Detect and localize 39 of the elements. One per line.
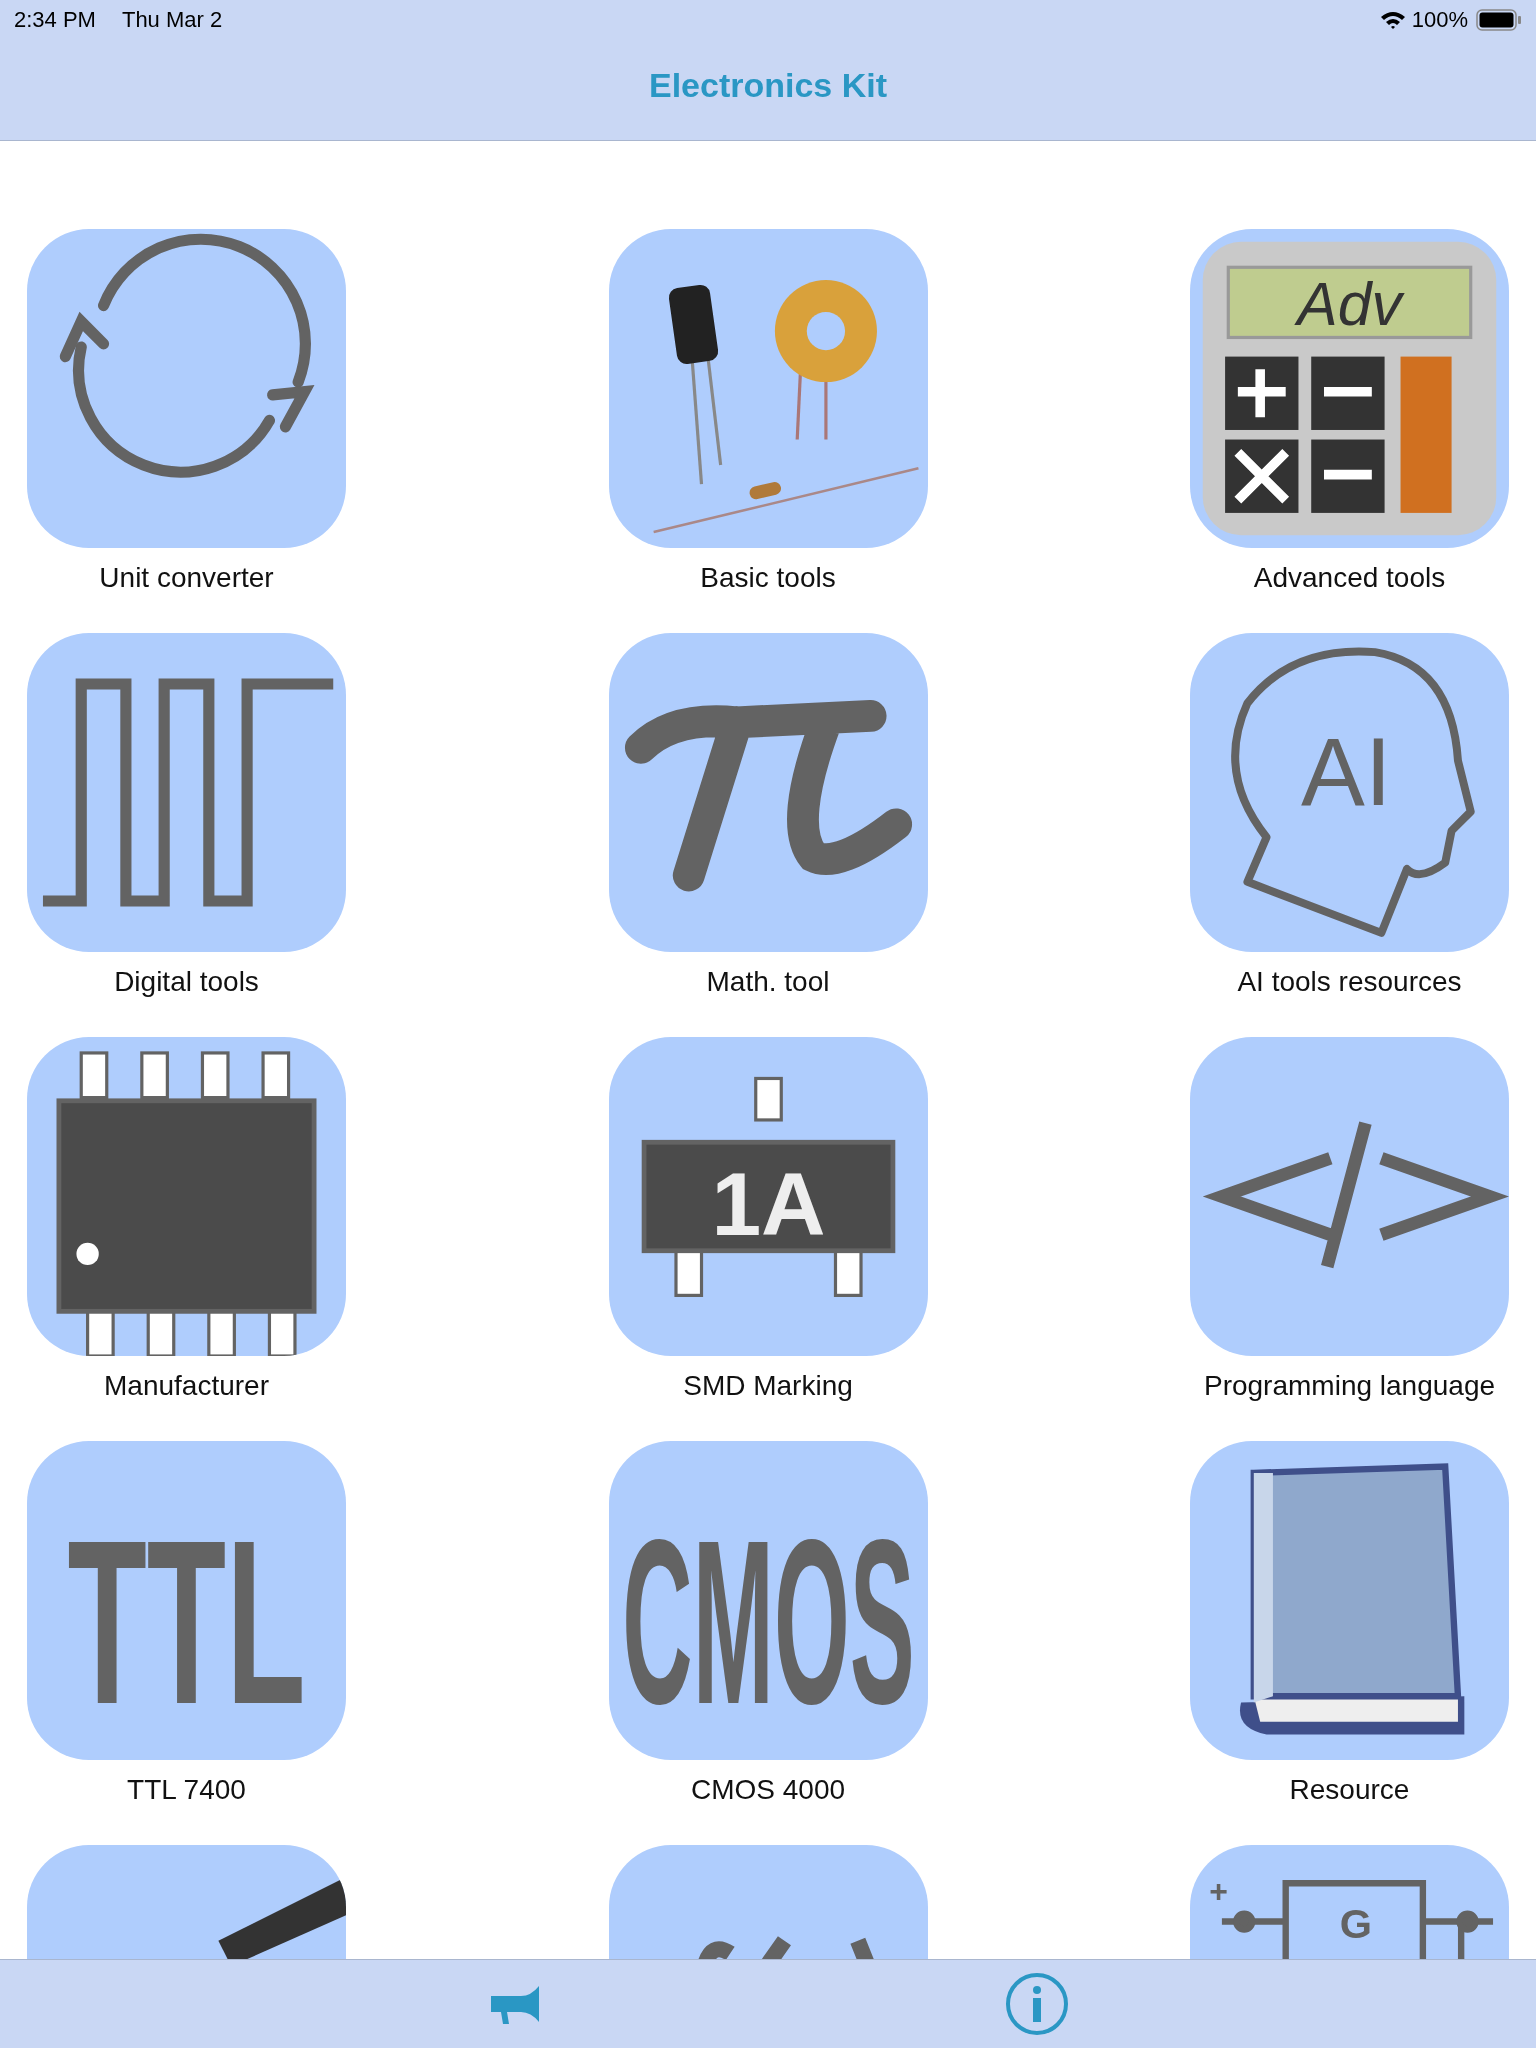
tile-label: Basic tools — [700, 562, 836, 594]
tool-tile[interactable]: 1A — [608, 1037, 928, 1356]
status-time: 2:34 PM — [14, 7, 96, 33]
tile-label: Resource — [1289, 1774, 1410, 1806]
tool-tile[interactable] — [27, 229, 346, 548]
tile-label: Math. tool — [706, 966, 830, 998]
chip-icon — [56, 1051, 317, 1356]
tile-label: AI tools resources — [1237, 966, 1462, 998]
tile-label: Unit converter — [99, 562, 274, 594]
battery-icon — [1476, 8, 1522, 32]
tile-label: CMOS 4000 — [690, 1774, 846, 1806]
icon-lettering: CMOS — [621, 1489, 915, 1753]
tile-label: Advanced tools — [1253, 562, 1446, 594]
tile-label: TTL 7400 — [127, 1774, 246, 1806]
tile-label: Manufacturer — [104, 1370, 269, 1402]
refresh-icon — [59, 233, 315, 478]
tool-tile[interactable] — [608, 633, 928, 952]
tile-label: SMD Marking — [683, 1370, 853, 1402]
tool-tile[interactable] — [608, 229, 928, 548]
status-date: Thu Mar 2 — [121, 7, 223, 33]
tile-label: Digital tools — [114, 966, 259, 998]
icon-lettering: TTL — [67, 1489, 306, 1753]
tool-tile[interactable]: G + — [1190, 1845, 1509, 1959]
tile-label: Programming language — [1203, 1370, 1496, 1402]
tool-tile[interactable] — [27, 633, 346, 952]
square-wave-icon — [42, 678, 334, 907]
pi-icon — [624, 700, 912, 892]
tool-tile[interactable] — [1190, 1037, 1509, 1356]
tool-tile[interactable]: CMOS — [608, 1441, 928, 1760]
tool-tile[interactable] — [27, 1037, 346, 1356]
tool-tile[interactable] — [1190, 1441, 1509, 1760]
tool-tile[interactable]: TTL — [27, 1441, 346, 1760]
nav-title: Electronics Kit — [647, 64, 889, 106]
battery-percent: 100% — [1411, 7, 1468, 33]
head-icon: AI — [1231, 647, 1475, 937]
wifi-icon — [1379, 10, 1406, 30]
tool-tile[interactable]: AI — [1190, 633, 1509, 952]
info-icon — [1005, 1972, 1069, 2036]
book-icon — [1240, 1463, 1465, 1735]
